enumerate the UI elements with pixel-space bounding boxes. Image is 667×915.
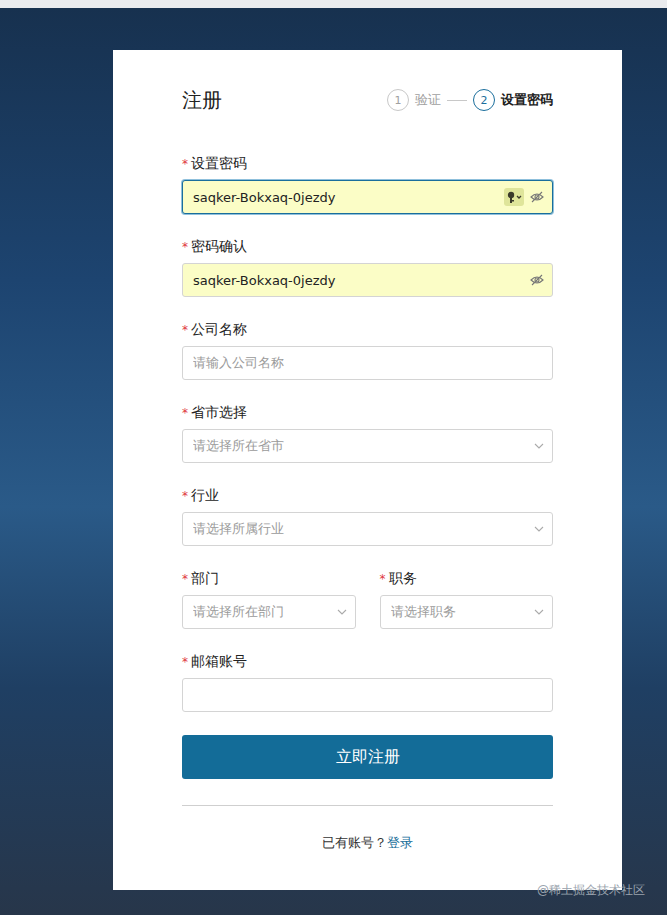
select-box[interactable]: 请选择职务 xyxy=(380,595,554,629)
step-label: 设置密码 xyxy=(501,91,553,109)
field-label: *职务 xyxy=(380,569,554,587)
required-mark: * xyxy=(182,406,188,420)
chevron-down-icon xyxy=(534,526,544,532)
field-label: *密码确认 xyxy=(182,237,553,255)
field-label: *设置密码 xyxy=(182,154,553,172)
title: 注册 xyxy=(182,87,222,114)
chevron-down-icon xyxy=(337,609,347,615)
select-box[interactable]: 请选择所在省市 xyxy=(182,429,553,463)
field-label: *部门 xyxy=(182,569,356,587)
steps: 1 验证 2 设置密码 xyxy=(387,89,553,111)
submit-button[interactable]: 立即注册 xyxy=(182,735,553,779)
login-link[interactable]: 登录 xyxy=(387,835,413,850)
input-value: saqker-Bokxaq-0jezdy xyxy=(193,190,498,205)
register-card: 注册 1 验证 2 设置密码 *设置密码 saqker-Bokxaq-0jezd… xyxy=(113,50,622,890)
form-row: *公司名称 请输入公司名称 xyxy=(182,320,553,380)
form-row: *密码确认 saqker-Bokxaq-0jezdy xyxy=(182,237,553,297)
field-label: *公司名称 xyxy=(182,320,553,338)
input-value: 请选择所属行业 xyxy=(193,520,528,538)
form-row: *邮箱账号 xyxy=(182,652,553,712)
form-field: *部门 请选择所在部门 xyxy=(182,569,356,629)
form-field: *行业 请选择所属行业 xyxy=(182,486,553,546)
key-icon[interactable] xyxy=(504,188,524,206)
input-value: 请选择所在部门 xyxy=(193,603,331,621)
browser-strip xyxy=(0,0,667,8)
text-input[interactable]: saqker-Bokxaq-0jezdy xyxy=(182,263,553,297)
step-line xyxy=(447,100,467,101)
background: 注册 1 验证 2 设置密码 *设置密码 saqker-Bokxaq-0jezd… xyxy=(0,8,667,915)
chevron-down-icon xyxy=(534,443,544,449)
required-mark: * xyxy=(182,655,188,669)
form-field: *职务 请选择职务 xyxy=(380,569,554,629)
required-mark: * xyxy=(182,572,188,586)
input-value: 请选择所在省市 xyxy=(193,437,528,455)
step-label: 验证 xyxy=(415,91,441,109)
eye-off-icon[interactable] xyxy=(530,273,544,287)
divider xyxy=(182,805,553,806)
form-row: *省市选择 请选择所在省市 xyxy=(182,403,553,463)
form-field: *邮箱账号 xyxy=(182,652,553,712)
step: 1 验证 xyxy=(387,89,441,111)
input-value: saqker-Bokxaq-0jezdy xyxy=(193,273,524,288)
form-field: *公司名称 请输入公司名称 xyxy=(182,320,553,380)
step-number: 2 xyxy=(473,89,495,111)
form-row: *部门 请选择所在部门 *职务 请选择职务 xyxy=(182,569,553,629)
step-number: 1 xyxy=(387,89,409,111)
field-label: *邮箱账号 xyxy=(182,652,553,670)
required-mark: * xyxy=(182,323,188,337)
input-value: 请选择职务 xyxy=(391,603,529,621)
watermark: @稀土掘金技术社区 xyxy=(537,882,645,899)
header: 注册 1 验证 2 设置密码 xyxy=(182,86,553,114)
step: 2 设置密码 xyxy=(473,89,553,111)
select-box[interactable]: 请选择所在部门 xyxy=(182,595,356,629)
form-field: *省市选择 请选择所在省市 xyxy=(182,403,553,463)
field-label: *省市选择 xyxy=(182,403,553,421)
required-mark: * xyxy=(380,572,386,586)
chevron-down-icon xyxy=(534,609,544,615)
form-row: *行业 请选择所属行业 xyxy=(182,486,553,546)
text-input[interactable] xyxy=(182,678,553,712)
text-input[interactable]: 请输入公司名称 xyxy=(182,346,553,380)
required-mark: * xyxy=(182,240,188,254)
form-field: *设置密码 saqker-Bokxaq-0jezdy xyxy=(182,154,553,214)
form: *设置密码 saqker-Bokxaq-0jezdy *密码确认 saqker-… xyxy=(182,154,553,712)
input-value: 请输入公司名称 xyxy=(193,354,544,372)
required-mark: * xyxy=(182,489,188,503)
form-row: *设置密码 saqker-Bokxaq-0jezdy xyxy=(182,154,553,214)
form-field: *密码确认 saqker-Bokxaq-0jezdy xyxy=(182,237,553,297)
select-box[interactable]: 请选择所属行业 xyxy=(182,512,553,546)
text-input[interactable]: saqker-Bokxaq-0jezdy xyxy=(182,180,553,214)
eye-off-icon[interactable] xyxy=(530,190,544,204)
login-prompt: 已有账号？ xyxy=(322,835,387,850)
field-label: *行业 xyxy=(182,486,553,504)
footer: 已有账号？登录 xyxy=(182,834,553,852)
required-mark: * xyxy=(182,157,188,171)
